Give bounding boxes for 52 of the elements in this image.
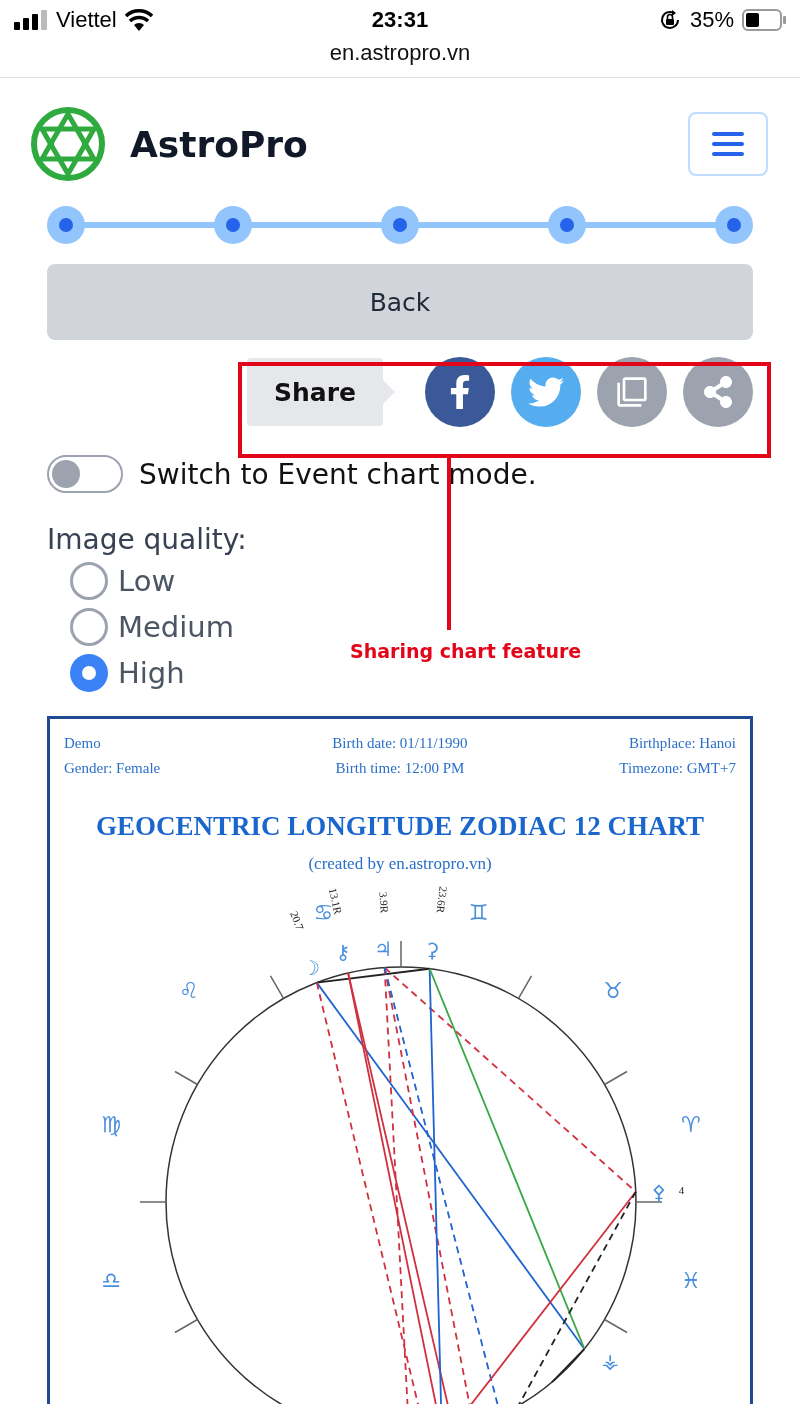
zodiac-sign: ♍ <box>101 1112 122 1138</box>
menu-icon <box>712 132 744 156</box>
planet-glyph: ☽ <box>301 955 320 980</box>
planet-glyph: ♃ <box>374 936 393 961</box>
logo-icon <box>30 106 106 182</box>
zodiac-sign: ♊ <box>468 900 489 926</box>
zodiac-sign: ♌ <box>179 977 199 1003</box>
carrier-name: Viettel <box>56 7 117 33</box>
planet-degree: 23.6R <box>434 885 450 914</box>
planet-degree: 20.7 <box>288 909 307 932</box>
share-icon <box>702 376 734 408</box>
chart-info: Birth time: 12:00 PM <box>334 760 466 777</box>
zodiac-sign: ♉ <box>603 977 623 1003</box>
planet-degree: 3.9R <box>377 891 391 914</box>
page-url: en.astropro.vn <box>328 40 472 66</box>
zodiac-sign: ♎ <box>101 1267 122 1293</box>
planet-degree: 4 <box>678 1183 685 1196</box>
share-label: Share <box>247 358 383 426</box>
chart-title: GEOCENTRIC LONGITUDE ZODIAC 12 CHART <box>95 811 705 842</box>
zodiac-sign: ♈ <box>680 1112 701 1138</box>
toggle-label: Switch to Event chart mode. <box>139 457 537 491</box>
annotation-text: Sharing chart feature <box>350 640 582 662</box>
quality-label: Image quality: <box>47 523 248 556</box>
copy-icon <box>616 376 648 408</box>
radio-label: High <box>118 656 185 690</box>
radio-label: Medium <box>118 610 234 644</box>
radio-button[interactable] <box>70 608 108 646</box>
planet-glyph: ⚴ <box>651 1179 667 1204</box>
chart-info: Birthplace: Hanoi <box>627 735 736 752</box>
chart-info: Timezone: GMT+7 <box>618 760 736 777</box>
twitter-icon <box>528 374 564 410</box>
planet-glyph: ⚷ <box>335 939 351 964</box>
chart-info: Demo <box>64 735 102 752</box>
planet-glyph: ⚶ <box>601 1348 619 1373</box>
chart-subtitle: (created by en.astropro.vn) <box>308 854 492 874</box>
back-button[interactable]: Back <box>47 264 753 340</box>
battery-icon <box>742 9 786 31</box>
clock-time: 23:31 <box>371 7 429 33</box>
signal-icon <box>14 10 48 30</box>
battery-percent: 35% <box>689 7 734 33</box>
radio-button[interactable] <box>70 562 108 600</box>
wifi-icon <box>124 9 153 31</box>
menu-button[interactable] <box>688 112 768 176</box>
callout-arrow <box>383 380 395 404</box>
chart-info: Gender: Female <box>64 760 162 777</box>
radio-button[interactable] <box>70 654 108 692</box>
brand-name: AstroPro <box>130 123 308 165</box>
planet-glyph: ⚳ <box>424 937 440 962</box>
zodiac-sign: ♓ <box>680 1267 701 1293</box>
event-mode-toggle[interactable] <box>47 455 123 493</box>
chart-info: Birth date: 01/11/1990 <box>331 735 469 752</box>
radio-label: Low <box>118 564 176 598</box>
